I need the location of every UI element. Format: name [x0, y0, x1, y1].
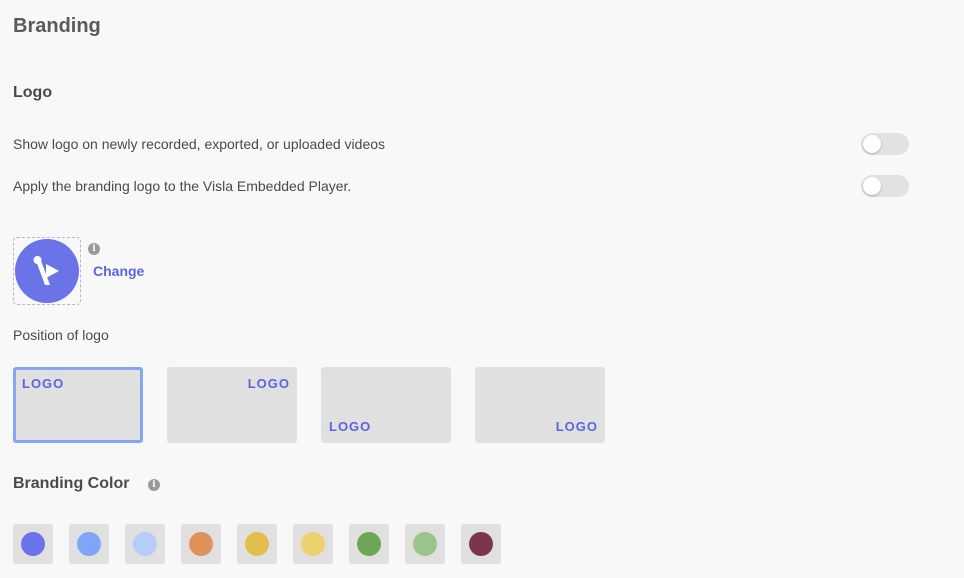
logo-placeholder-text: LOGO: [555, 419, 598, 434]
color-dot: [357, 532, 381, 556]
color-swatch-1[interactable]: [13, 524, 53, 564]
color-swatch-4[interactable]: [181, 524, 221, 564]
position-option-top-right[interactable]: LOGO: [167, 367, 297, 443]
position-option-top-left[interactable]: LOGO: [13, 367, 143, 443]
branding-color-title: Branding Color: [13, 475, 130, 492]
logo-placeholder-text: LOGO: [22, 376, 65, 391]
color-dot: [77, 532, 101, 556]
embedded-player-label: Apply the branding logo to the Visla Emb…: [13, 178, 352, 194]
color-swatch-8[interactable]: [405, 524, 445, 564]
color-dot: [469, 532, 493, 556]
color-dot: [189, 532, 213, 556]
color-swatch-3[interactable]: [125, 524, 165, 564]
visla-logo-icon: [33, 256, 59, 285]
logo-placeholder-text: LOGO: [329, 419, 372, 434]
color-swatch-5[interactable]: [237, 524, 277, 564]
color-swatch-9[interactable]: [461, 524, 501, 564]
color-dot: [413, 532, 437, 556]
setting-row-show-logo: Show logo on newly recorded, exported, o…: [13, 132, 909, 156]
logo-section-title: Logo: [13, 84, 53, 101]
embedded-player-toggle[interactable]: [861, 175, 909, 197]
page-title: Branding: [13, 15, 101, 37]
toggle-knob: [863, 135, 881, 153]
color-swatch-2[interactable]: [69, 524, 109, 564]
logo-upload-box[interactable]: [13, 237, 81, 305]
color-swatch-6[interactable]: [293, 524, 333, 564]
color-dot: [21, 532, 45, 556]
logo-placeholder-text: LOGO: [247, 376, 290, 391]
color-dot: [245, 532, 269, 556]
info-icon[interactable]: i: [148, 479, 160, 491]
color-swatch-7[interactable]: [349, 524, 389, 564]
position-option-bottom-right[interactable]: LOGO: [475, 367, 605, 443]
setting-row-embedded-player: Apply the branding logo to the Visla Emb…: [13, 174, 909, 198]
show-logo-label: Show logo on newly recorded, exported, o…: [13, 136, 386, 152]
color-dot: [133, 532, 157, 556]
color-dot: [301, 532, 325, 556]
info-icon[interactable]: i: [88, 243, 100, 255]
position-option-bottom-left[interactable]: LOGO: [321, 367, 451, 443]
brand-logo: [15, 239, 79, 303]
change-logo-link[interactable]: Change: [93, 263, 144, 279]
toggle-knob: [863, 177, 881, 195]
position-label: Position of logo: [13, 327, 109, 343]
show-logo-toggle[interactable]: [861, 133, 909, 155]
